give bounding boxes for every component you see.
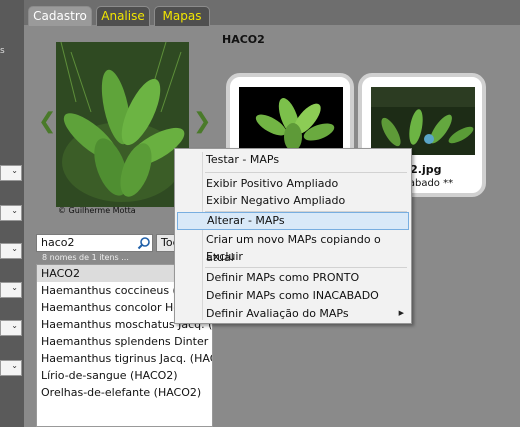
list-item[interactable]: Haemanthus tigrinus Jacq. (HACO2) — [37, 350, 212, 367]
tab-cadastro[interactable]: Cadastro — [28, 6, 92, 26]
chevron-right-icon[interactable]: ❯ — [193, 111, 211, 133]
chevron-down-icon: ⌄ — [11, 206, 18, 215]
menu-item-exibir-negativo[interactable]: Exibir Negativo Ampliado — [206, 192, 345, 210]
menu-item-alterar[interactable]: Alterar - MAPs — [177, 212, 409, 230]
menu-item-testar[interactable]: Testar - MAPs — [206, 151, 279, 169]
menu-item-exibir-positivo[interactable]: Exibir Positivo Ampliado — [206, 175, 338, 193]
submenu-arrow-icon: ▶ — [398, 309, 404, 317]
photo-credit: © Guilherme Motta — [58, 206, 136, 215]
chevron-left-icon[interactable]: ❮ — [38, 111, 56, 133]
left-dropdown[interactable]: ⌄ — [0, 205, 22, 221]
menu-item-excluir[interactable]: Excluir — [206, 248, 243, 266]
thumbnail-image — [239, 87, 343, 155]
menu-item-definir-pronto[interactable]: Definir MAPs como PRONTO — [206, 269, 359, 287]
result-count: 8 nomes de 1 itens ... — [42, 253, 129, 262]
left-dropdown[interactable]: ⌄ — [0, 243, 22, 259]
menu-separator — [205, 267, 407, 268]
left-dropdown[interactable]: ⌄ — [0, 360, 22, 376]
context-menu: Testar - MAPs Exibir Positivo Ampliado E… — [174, 148, 412, 324]
tab-analise[interactable]: Analise — [96, 6, 150, 26]
record-title: HACO2 — [222, 33, 265, 46]
menu-item-definir-avaliacao[interactable]: Definir Avaliação do MAPs — [206, 305, 349, 323]
list-item[interactable]: Orelhas-de-elefante (HACO2) — [37, 384, 212, 401]
menu-gutter — [202, 152, 203, 320]
chevron-down-icon: ⌄ — [11, 244, 18, 253]
left-dropdown[interactable]: ⌄ — [0, 165, 22, 181]
thumbnail-image — [371, 87, 475, 155]
chevron-down-icon: ⌄ — [11, 283, 18, 292]
left-panel-label: s — [0, 46, 5, 56]
chevron-down-icon: ⌄ — [11, 361, 18, 370]
chevron-down-icon: ⌄ — [11, 166, 18, 175]
menu-item-criar-copia[interactable]: Criar um novo MAPs copiando o atual — [206, 231, 411, 264]
search-input[interactable]: haco2 — [36, 234, 153, 252]
menu-item-definir-inacabado[interactable]: Definir MAPs como INACABADO — [206, 287, 379, 305]
list-item[interactable]: Lírio-de-sangue (HACO2) — [37, 367, 212, 384]
chevron-down-icon: ⌄ — [11, 321, 18, 330]
menu-separator — [205, 172, 407, 173]
main-photo — [56, 42, 189, 207]
tab-mapas[interactable]: Mapas — [154, 6, 210, 26]
list-item[interactable]: Haemanthus splendens Dinter (HACO2) — [37, 333, 212, 350]
left-dropdown[interactable]: ⌄ — [0, 320, 22, 336]
left-dropdown[interactable]: ⌄ — [0, 282, 22, 298]
search-icon[interactable] — [137, 236, 151, 250]
